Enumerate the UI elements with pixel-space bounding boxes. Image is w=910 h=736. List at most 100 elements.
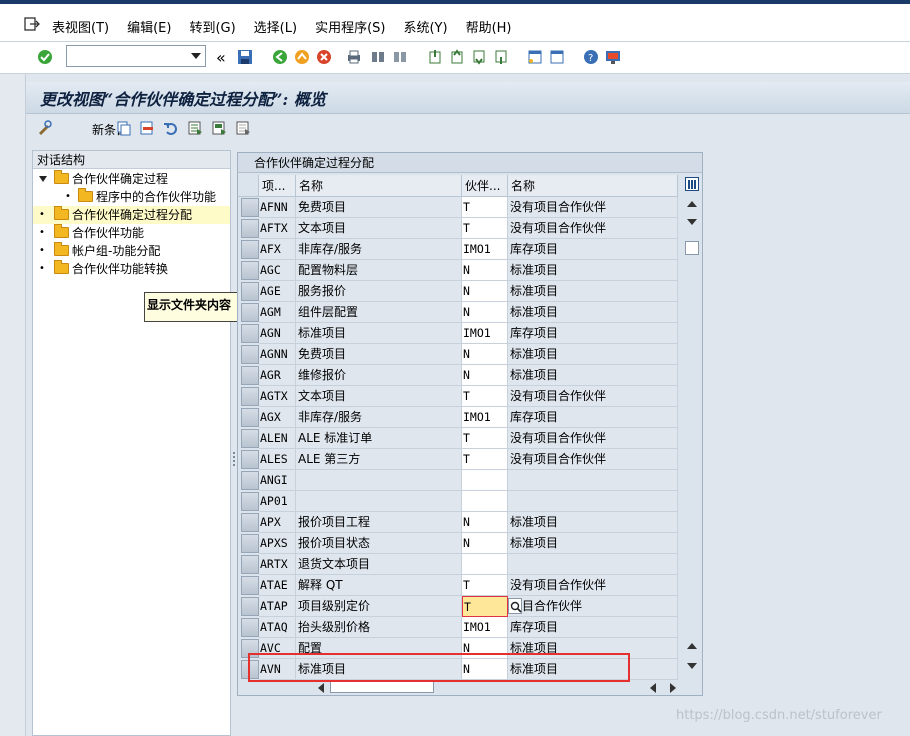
column-scroll[interactable] — [650, 681, 690, 693]
find-next-icon[interactable] — [392, 49, 408, 65]
scroll-down-icon[interactable] — [687, 219, 697, 225]
row-selector[interactable] — [241, 261, 259, 280]
copy-as-icon[interactable] — [116, 120, 132, 136]
change-display-icon[interactable] — [37, 120, 53, 136]
enter-check-icon[interactable] — [37, 49, 53, 65]
tree-item[interactable]: • 合作伙伴功能 — [33, 224, 230, 242]
menu-item[interactable]: 选择(L) — [254, 17, 297, 36]
col-procedure-name[interactable]: 名称 — [508, 175, 678, 197]
previous-page-icon[interactable] — [449, 49, 465, 65]
partner-procedure-field[interactable]: T — [462, 449, 508, 470]
last-page-icon[interactable] — [493, 49, 509, 65]
row-selector[interactable] — [241, 534, 259, 553]
row-selector[interactable] — [241, 219, 259, 238]
tree-item[interactable]: 合作伙伴确定过程 — [33, 170, 230, 188]
partner-procedure-field[interactable]: IMO1 — [462, 323, 508, 344]
row-selector[interactable] — [241, 240, 259, 259]
deselect-all-icon[interactable] — [235, 120, 251, 136]
tree-item[interactable]: • 帐户组-功能分配 — [33, 242, 230, 260]
row-selector[interactable] — [241, 324, 259, 343]
layout-menu-icon[interactable] — [605, 49, 621, 65]
select-all-header[interactable] — [238, 175, 259, 197]
create-session-icon[interactable] — [527, 49, 543, 65]
menu-item[interactable]: 转到(G) — [189, 17, 235, 36]
row-selector[interactable] — [241, 576, 259, 595]
panel-splitter[interactable] — [232, 450, 236, 470]
partner-procedure-field[interactable]: T — [462, 386, 508, 407]
horizontal-scroll-thumb[interactable] — [330, 681, 434, 693]
undo-icon[interactable] — [163, 120, 179, 136]
row-selector[interactable] — [241, 450, 259, 469]
exit-icon[interactable] — [294, 49, 310, 65]
col-item-category[interactable]: 项... — [259, 175, 296, 197]
value-help-search-icon[interactable] — [508, 598, 522, 614]
row-selector[interactable] — [241, 282, 259, 301]
partner-procedure-field[interactable] — [462, 470, 508, 491]
row-selector[interactable] — [241, 618, 259, 637]
row-selector[interactable] — [241, 408, 259, 427]
vertical-scroll-thumb[interactable] — [685, 241, 699, 255]
partner-procedure-field[interactable]: IMO1 — [462, 407, 508, 428]
partner-procedure-field[interactable]: N — [462, 302, 508, 323]
first-page-icon[interactable] — [427, 49, 443, 65]
menu-item[interactable]: 表视图(T) — [52, 17, 109, 36]
column-scroll-left-icon[interactable] — [650, 683, 656, 693]
shortcut-icon[interactable] — [549, 49, 565, 65]
row-selector[interactable] — [241, 387, 259, 406]
partner-procedure-field[interactable] — [462, 491, 508, 512]
partner-procedure-field[interactable]: T — [462, 218, 508, 239]
col-name[interactable]: 名称 — [296, 175, 462, 197]
row-selector[interactable] — [241, 303, 259, 322]
partner-procedure-field[interactable]: N — [462, 281, 508, 302]
col-partner-procedure[interactable]: 伙伴... — [462, 175, 508, 197]
row-selector[interactable] — [241, 492, 259, 511]
partner-procedure-field[interactable]: N — [462, 533, 508, 554]
row-selector[interactable] — [241, 198, 259, 217]
partner-procedure-field[interactable]: T — [462, 575, 508, 596]
expand-caret-icon[interactable] — [39, 176, 47, 182]
horizontal-scrollbar[interactable] — [318, 681, 673, 693]
menu-item[interactable]: 实用程序(S) — [315, 17, 385, 36]
find-icon[interactable] — [370, 49, 386, 65]
row-selector[interactable] — [241, 513, 259, 532]
save-icon[interactable] — [237, 49, 253, 65]
back-icon[interactable] — [272, 49, 288, 65]
back-arrows[interactable]: « — [216, 48, 226, 67]
menu-item[interactable]: 帮助(H) — [466, 17, 512, 36]
cancel-icon[interactable] — [316, 49, 332, 65]
partner-procedure-field[interactable] — [462, 554, 508, 575]
next-page-icon[interactable] — [471, 49, 487, 65]
partner-procedure-field[interactable]: IMO1 — [462, 617, 508, 638]
row-selector[interactable] — [241, 555, 259, 574]
row-selector[interactable] — [241, 471, 259, 490]
delete-icon[interactable] — [139, 120, 155, 136]
menu-exit-icon[interactable] — [24, 17, 40, 31]
print-icon[interactable] — [346, 49, 362, 65]
menu-item[interactable]: 系统(Y) — [403, 17, 447, 36]
select-all-icon[interactable] — [187, 120, 203, 136]
partner-procedure-field[interactable]: T — [462, 596, 508, 617]
partner-procedure-field[interactable]: IMO1 — [462, 239, 508, 260]
partner-procedure-field[interactable]: N — [462, 512, 508, 533]
command-dropdown-icon[interactable] — [191, 53, 201, 59]
scroll-down-bottom-icon[interactable] — [687, 663, 697, 669]
column-scroll-right-icon[interactable] — [670, 683, 676, 693]
partner-procedure-field[interactable]: T — [462, 197, 508, 218]
row-selector[interactable] — [241, 366, 259, 385]
partner-procedure-field[interactable]: N — [462, 344, 508, 365]
partner-procedure-field[interactable]: T — [462, 428, 508, 449]
scroll-up-bottom-icon[interactable] — [687, 643, 697, 649]
scroll-left-icon[interactable] — [318, 683, 324, 693]
command-field[interactable] — [66, 45, 206, 67]
partner-procedure-field[interactable]: N — [462, 260, 508, 281]
partner-procedure-field[interactable]: N — [462, 365, 508, 386]
menu-item[interactable]: 编辑(E) — [127, 17, 171, 36]
tree-item[interactable]: • 合作伙伴功能转换 — [33, 260, 230, 278]
vertical-scrollbar[interactable] — [683, 175, 701, 675]
row-selector[interactable] — [241, 429, 259, 448]
command-input[interactable] — [69, 48, 187, 64]
tree-item[interactable]: • 程序中的合作伙伴功能 — [33, 188, 230, 206]
tree-item[interactable]: • 合作伙伴确定过程分配 — [33, 206, 230, 224]
row-selector[interactable] — [241, 345, 259, 364]
help-icon[interactable]: ? — [583, 49, 599, 65]
